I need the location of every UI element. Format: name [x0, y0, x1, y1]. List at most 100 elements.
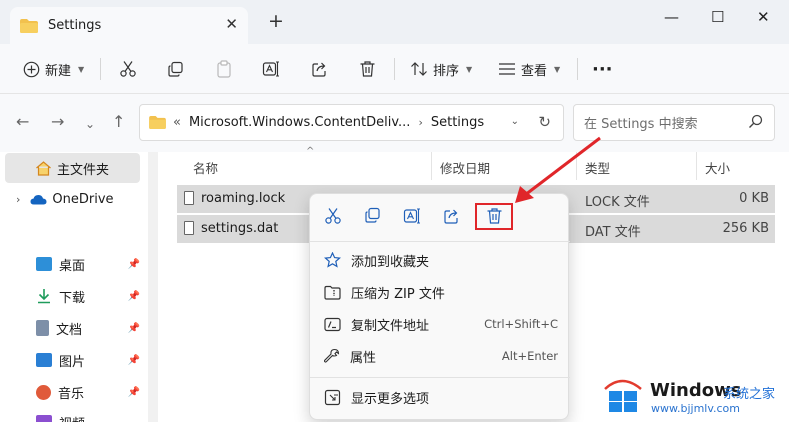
- menu-item-compress-zip[interactable]: 压缩为 ZIP 文件: [324, 280, 558, 304]
- sidebar-item-home[interactable]: 主文件夹: [5, 153, 140, 183]
- sidebar-item-label: 桌面: [59, 258, 86, 274]
- close-window-button[interactable]: ✕: [757, 8, 770, 26]
- copy-icon: [168, 61, 183, 77]
- sidebar-item-music[interactable]: 音乐 📌: [5, 377, 140, 407]
- menu-item-copy-path[interactable]: 复制文件地址 Ctrl+Shift+C: [324, 312, 558, 336]
- rename-icon[interactable]: [403, 207, 421, 225]
- file-name: roaming.lock: [201, 191, 286, 206]
- file-name: settings.dat: [201, 221, 279, 236]
- share-button[interactable]: [311, 57, 329, 81]
- pin-icon[interactable]: 📌: [128, 355, 140, 366]
- sidebar-item-label: OneDrive: [52, 191, 114, 207]
- menu-divider: [310, 377, 570, 378]
- column-header-date[interactable]: 修改日期: [440, 158, 490, 177]
- navigation-pane: 主文件夹 › OneDrive 桌面 📌 下载 📌 文档 📌 图片 📌 音乐 📌…: [0, 152, 160, 422]
- forward-arrow-icon[interactable]: →: [51, 114, 64, 130]
- pictures-icon: [36, 353, 52, 367]
- sidebar-item-downloads[interactable]: 下载 📌: [5, 281, 140, 311]
- menu-item-properties[interactable]: 属性 Alt+Enter: [324, 344, 558, 368]
- home-icon: [36, 160, 51, 176]
- chevron-down-icon: ▼: [78, 64, 85, 74]
- menu-item-label: 属性: [350, 350, 377, 366]
- address-bar[interactable]: « Microsoft.Windows.ContentDeliv... › Se…: [139, 104, 564, 141]
- address-dropdown-icon[interactable]: ⌄: [511, 116, 519, 127]
- paste-button[interactable]: [216, 57, 232, 81]
- toolbar-divider: [577, 58, 578, 80]
- sidebar-item-label: 下载: [59, 290, 86, 306]
- column-header-type[interactable]: 类型: [585, 158, 610, 177]
- recent-chevron-icon[interactable]: ⌄: [85, 116, 95, 132]
- sidebar-item-pictures[interactable]: 图片 📌: [5, 345, 140, 375]
- up-arrow-icon[interactable]: ↑: [112, 114, 125, 130]
- pin-icon[interactable]: 📌: [128, 323, 140, 334]
- view-button[interactable]: 查看 ▼: [498, 57, 560, 81]
- minimize-button[interactable]: —: [664, 8, 679, 26]
- column-divider[interactable]: [696, 152, 697, 180]
- sort-button-label: 排序: [433, 63, 460, 79]
- cut-icon[interactable]: [324, 207, 342, 225]
- breadcrumb-current[interactable]: Settings: [431, 115, 484, 130]
- delete-button[interactable]: [359, 57, 376, 81]
- share-icon[interactable]: [443, 207, 461, 225]
- file-icon: [184, 191, 194, 205]
- music-icon: [36, 384, 51, 400]
- wrench-icon: [324, 348, 340, 363]
- plus-circle-icon: [23, 61, 40, 77]
- new-button-label: 新建: [45, 63, 72, 79]
- pin-icon[interactable]: 📌: [128, 259, 140, 270]
- new-tab-button[interactable]: +: [268, 12, 284, 31]
- more-options-button[interactable]: ···: [592, 57, 613, 81]
- star-icon: [324, 252, 341, 268]
- cloud-icon: [30, 194, 47, 204]
- rename-icon: [262, 61, 279, 77]
- copy-icon[interactable]: [364, 207, 381, 224]
- column-divider[interactable]: [576, 152, 577, 180]
- sidebar-item-label: 文档: [56, 322, 83, 338]
- videos-icon: [36, 415, 52, 422]
- sort-icon: [411, 62, 427, 76]
- sidebar-item-videos[interactable]: 视频: [5, 407, 140, 422]
- file-size: 256 KB: [722, 221, 769, 236]
- new-button[interactable]: 新建 ▼: [23, 57, 84, 81]
- pin-icon[interactable]: 📌: [128, 387, 140, 398]
- clipboard-icon: [217, 60, 231, 78]
- sidebar-item-onedrive[interactable]: › OneDrive: [5, 184, 140, 214]
- cut-button[interactable]: [119, 57, 137, 81]
- menu-item-add-favorite[interactable]: 添加到收藏夹: [324, 248, 558, 272]
- tab-settings[interactable]: Settings ✕: [10, 7, 248, 44]
- more-icon: ···: [592, 58, 613, 80]
- view-list-icon: [499, 63, 515, 75]
- sort-button[interactable]: 排序 ▼: [410, 57, 472, 81]
- breadcrumb-segment[interactable]: Microsoft.Windows.ContentDeliv...: [189, 115, 410, 130]
- maximize-button[interactable]: ☐: [711, 8, 724, 26]
- copy-path-icon: [324, 317, 341, 331]
- sidebar-item-desktop[interactable]: 桌面 📌: [5, 249, 140, 279]
- search-input[interactable]: 在 Settings 中搜索: [573, 104, 775, 141]
- path-overflow[interactable]: «: [173, 115, 181, 130]
- expand-chevron-icon[interactable]: ›: [16, 193, 20, 206]
- sidebar-item-documents[interactable]: 文档 📌: [5, 313, 140, 343]
- back-arrow-icon[interactable]: ←: [16, 114, 29, 130]
- refresh-icon[interactable]: ↻: [538, 113, 551, 131]
- menu-item-show-more[interactable]: 显示更多选项: [324, 385, 558, 409]
- sidebar-item-label: 音乐: [58, 386, 85, 402]
- tab-title: Settings: [48, 18, 102, 33]
- chevron-down-icon: ▼: [466, 64, 473, 74]
- sidebar-scrollbar[interactable]: [148, 152, 158, 422]
- scissors-icon: [120, 61, 136, 77]
- search-placeholder: 在 Settings 中搜索: [584, 117, 698, 132]
- column-header-name[interactable]: 名称: [193, 158, 218, 177]
- rename-button[interactable]: [262, 57, 280, 81]
- breadcrumb-chevron-icon[interactable]: ›: [418, 116, 422, 129]
- close-tab-icon[interactable]: ✕: [225, 15, 238, 33]
- command-bar: 新建 ▼ 排序 ▼ 查看 ▼ ···: [0, 44, 789, 94]
- toolbar-divider: [394, 58, 395, 80]
- column-header-size[interactable]: 大小: [705, 158, 730, 177]
- column-divider[interactable]: [431, 152, 432, 180]
- pin-icon[interactable]: 📌: [128, 291, 140, 302]
- share-icon: [312, 62, 326, 77]
- title-bar: Settings ✕ + — ☐ ✕: [0, 0, 789, 44]
- copy-button[interactable]: [167, 57, 184, 81]
- folder-icon: [20, 18, 38, 33]
- file-type: LOCK 文件: [585, 195, 650, 210]
